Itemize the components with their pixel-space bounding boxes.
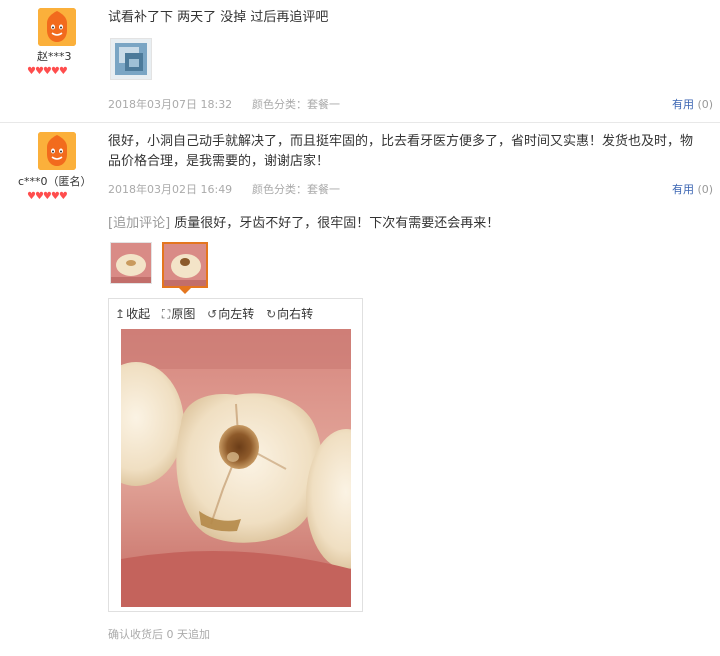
arrow-up-icon: ↥ <box>115 307 126 321</box>
selected-indicator-arrow <box>179 288 191 294</box>
rotate-left-button[interactable]: ↺向左转 <box>207 305 254 322</box>
useful-button[interactable]: 有用 (0) <box>672 181 713 197</box>
append-photo-thumbnail-selected[interactable] <box>162 242 208 288</box>
review-photo-thumbnail[interactable] <box>110 38 152 80</box>
useful-button[interactable]: 有用 (0) <box>672 96 713 112</box>
variant-info: 颜色分类：套餐一 <box>252 183 340 196</box>
rotate-left-icon: ↺ <box>207 307 218 321</box>
rating-hearts: ♥♥♥♥♥ <box>27 191 68 202</box>
review-date: 2018年03月07日 18:32 <box>108 98 233 111</box>
append-tag: [追加评论] <box>108 216 171 231</box>
review-content-line-1: 很好，小洞自己动手就解决了，而且挺牢固的，比去看牙医方便多了，省时间又实惠！发货… <box>108 134 694 149</box>
username: 赵***3 <box>37 50 72 63</box>
rotate-right-icon: ↻ <box>266 307 277 321</box>
username: c***0（匿名） <box>18 175 92 188</box>
review-date: 2018年03月02日 16:49 <box>108 183 233 196</box>
avatar[interactable] <box>38 132 76 170</box>
useful-label: 有用 <box>672 183 694 196</box>
expand-icon: ⛶ <box>161 307 171 321</box>
review-item: 赵***3 ♥♥♥♥♥ 试看补了下 两天了 没掉 过后再追评吧 2018年03月… <box>0 0 720 123</box>
photo-viewer: ↥收起 ⛶原图 ↺向左转 ↻向右转 <box>108 298 363 612</box>
review-content: 试看补了下 两天了 没掉 过后再追评吧 <box>108 10 329 25</box>
append-text: 质量很好，牙齿不好了，很牢固！下次有需要还会再来！ <box>174 216 500 231</box>
variant-info: 颜色分类：套餐一 <box>252 98 340 111</box>
append-time-note: 确认收货后 0 天追加 <box>108 628 210 641</box>
original-image-button[interactable]: ⛶原图 <box>162 305 195 322</box>
viewer-toolbar: ↥收起 ⛶原图 ↺向左转 ↻向右转 <box>115 305 321 323</box>
collapse-button[interactable]: ↥收起 <box>115 305 150 322</box>
rating-hearts: ♥♥♥♥♥ <box>27 66 68 77</box>
append-photo-thumbnail[interactable] <box>110 242 152 284</box>
append-review: [追加评论] 质量很好，牙齿不好了，很牢固！下次有需要还会再来！ <box>108 213 499 234</box>
useful-count: (0) <box>697 98 714 111</box>
useful-count: (0) <box>697 183 714 196</box>
tooth-photo[interactable] <box>121 329 351 607</box>
rotate-right-button[interactable]: ↻向右转 <box>266 305 313 322</box>
review-content-line-2: 品价格合理，是我需要的，谢谢店家！ <box>108 154 330 169</box>
useful-label: 有用 <box>672 98 694 111</box>
avatar[interactable] <box>38 8 76 46</box>
review-item: c***0（匿名） ♥♥♥♥♥ 很好，小洞自己动手就解决了，而且挺牢固的，比去看… <box>0 122 720 656</box>
